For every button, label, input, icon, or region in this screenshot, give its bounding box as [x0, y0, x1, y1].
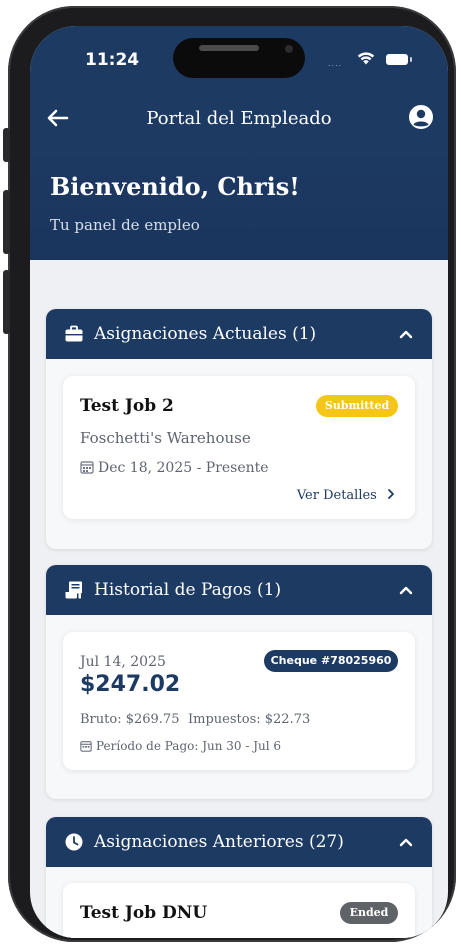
action-button — [3, 128, 10, 162]
payment-date: Jul 14, 2025 — [80, 654, 166, 670]
past-assignment-item[interactable]: Test Job DNU Ended — [63, 883, 415, 938]
welcome-banner: Bienvenido, Chris! Tu panel de empleo — [30, 142, 448, 260]
welcome-heading: Bienvenido, Chris! — [50, 172, 300, 201]
battery-icon — [386, 54, 412, 65]
status-bar: 11:24 .... — [30, 26, 448, 96]
status-badge: Submitted — [316, 395, 398, 417]
status-time: 11:24 — [85, 50, 140, 70]
volume-up-button — [3, 190, 10, 254]
briefcase-icon — [65, 325, 83, 342]
tax-amount: Impuestos: $22.73 — [188, 712, 311, 727]
clock-icon — [65, 833, 83, 851]
chevron-up-icon[interactable] — [398, 583, 414, 597]
wifi-icon — [357, 52, 375, 65]
payment-amount: $247.02 — [80, 672, 181, 697]
job-title: Test Job 2 — [80, 396, 174, 416]
pay-period: Período de Pago: Jun 30 - Jul 6 — [80, 739, 281, 753]
chevron-right-icon — [388, 489, 394, 499]
past-assignments-card: Asignaciones Anteriores (27) Test Job DN… — [46, 817, 432, 938]
date-range: Dec 18, 2025 - Presente — [98, 460, 269, 476]
current-assignments-title: Asignaciones Actuales (1) — [94, 324, 317, 344]
calendar-icon — [80, 741, 92, 752]
chevron-up-icon[interactable] — [398, 835, 414, 849]
view-details-link[interactable]: Ver Detalles — [297, 488, 397, 503]
chevron-up-icon[interactable] — [398, 327, 414, 341]
volume-down-button — [3, 270, 10, 334]
welcome-subtitle: Tu panel de empleo — [50, 216, 200, 234]
payment-history-title: Historial de Pagos (1) — [94, 580, 282, 600]
dynamic-island — [173, 38, 305, 78]
payment-history-header[interactable]: Historial de Pagos (1) — [46, 565, 432, 615]
job-title: Test Job DNU — [80, 903, 208, 923]
account-circle-icon[interactable] — [408, 104, 434, 130]
receipt-icon — [65, 581, 82, 599]
past-assignments-title: Asignaciones Anteriores (27) — [94, 832, 344, 852]
app-title: Portal del Empleado — [146, 108, 332, 129]
past-assignments-header[interactable]: Asignaciones Anteriores (27) — [46, 817, 432, 867]
pay-period-text: Período de Pago: Jun 30 - Jul 6 — [96, 739, 282, 753]
payment-history-card: Historial de Pagos (1) Jul 14, 2025 Cheq… — [46, 565, 432, 799]
calendar-icon — [80, 461, 94, 474]
check-number-badge: Cheque #78025960 — [264, 650, 398, 672]
company-name: Foschetti's Warehouse — [80, 429, 251, 447]
screen: 11:24 .... Portal del Empleado Bienvenid… — [30, 26, 448, 938]
view-details-label: Ver Detalles — [296, 488, 377, 503]
current-assignments-header[interactable]: Asignaciones Actuales (1) — [46, 309, 432, 359]
assignment-dates: Dec 18, 2025 - Presente — [80, 460, 269, 476]
assignment-item[interactable]: Test Job 2 Submitted Foschetti's Warehou… — [63, 376, 415, 519]
status-badge: Ended — [340, 902, 398, 924]
current-assignments-card: Asignaciones Actuales (1) Test Job 2 Sub… — [46, 309, 432, 549]
app-bar: Portal del Empleado — [30, 96, 448, 142]
gross-amount: Bruto: $269.75 — [80, 712, 180, 727]
payment-item[interactable]: Jul 14, 2025 Cheque #78025960 $247.02 Br… — [63, 632, 415, 770]
signal-dots: .... — [328, 59, 343, 68]
